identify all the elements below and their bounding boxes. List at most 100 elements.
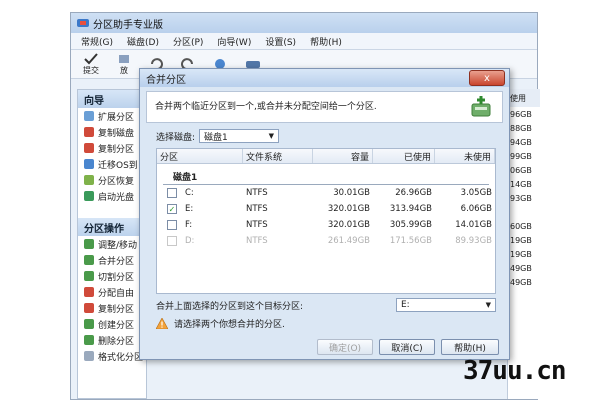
filesystem-cell: NTFS (246, 220, 268, 230)
partition-table: 分区 文件系统 容量 已使用 未使用 磁盘1 C: NTFS 30.01GB 2… (156, 148, 496, 294)
wizard-item-boot-cd[interactable]: 启动光盘 (78, 188, 146, 204)
menu-wizard[interactable]: 向导(W) (217, 35, 251, 48)
used-cell: 313.94GB (389, 204, 432, 214)
boot-cd-icon (84, 191, 94, 201)
app-titlebar: 分区助手专业版 (71, 13, 537, 33)
menu-disk[interactable]: 磁盘(D) (127, 35, 159, 48)
extend-icon (84, 111, 94, 121)
menu-bar: 常规(G) 磁盘(D) 分区(P) 向导(W) 设置(S) 帮助(H) (71, 33, 537, 50)
used-cell: 305.99GB (389, 220, 432, 230)
dialog-buttons: 确定(O) 取消(C) 帮助(H) (317, 339, 499, 355)
wizard-item-migrate-os[interactable]: 迁移OS到 (78, 156, 146, 172)
migrate-icon (84, 159, 94, 169)
ops-item-create[interactable]: 创建分区 (78, 316, 146, 332)
filesystem-cell: NTFS (246, 204, 268, 214)
wizard-item-recovery[interactable]: 分区恢复 (78, 172, 146, 188)
menu-settings[interactable]: 设置(S) (265, 35, 296, 48)
filesystem-cell: NTFS (246, 236, 268, 246)
ops-item-allocate[interactable]: 分配自由 (78, 284, 146, 300)
table-row: D: NTFS 261.49GB 171.56GB 89.93GB (157, 233, 495, 249)
menu-partition[interactable]: 分区(P) (173, 35, 203, 48)
table-row[interactable]: C: NTFS 30.01GB 26.96GB 3.05GB (157, 185, 495, 201)
used-column-header: 使用 (508, 89, 540, 107)
disk-select[interactable]: 磁盘1 ▼ (199, 129, 280, 143)
apply-button[interactable]: 提交 (83, 52, 99, 76)
col-capacity[interactable]: 容量 (313, 149, 373, 163)
free-cell: 3.05GB (460, 188, 492, 198)
wizard-item-extend[interactable]: 扩展分区 (78, 108, 146, 124)
capacity-cell: 30.01GB (333, 188, 370, 198)
row-checkbox[interactable] (167, 220, 177, 230)
ops-item-label: 复制分区 (98, 304, 135, 315)
target-partition-select[interactable]: E: ▼ (396, 298, 496, 312)
used-value (508, 205, 540, 219)
free-cell: 89.93GB (455, 236, 492, 246)
ok-button[interactable]: 确定(O) (317, 339, 373, 355)
allocate-icon (84, 287, 94, 297)
delete-icon (84, 335, 94, 345)
used-column-partial: 使用 96GB 88GB 94GB 99GB 06GB 14GB 93GB 60… (507, 89, 540, 399)
col-used[interactable]: 已使用 (373, 149, 435, 163)
ops-item-label: 格式化分区 (98, 352, 144, 363)
capacity-cell: 320.01GB (327, 220, 370, 230)
col-filesystem[interactable]: 文件系统 (243, 149, 313, 163)
used-value: 88GB (510, 123, 532, 133)
row-checkbox[interactable]: ✓ (167, 204, 177, 214)
wizard-item-label: 复制磁盘 (98, 128, 135, 139)
chevron-down-icon: ▼ (485, 301, 491, 309)
row-checkbox[interactable] (167, 188, 177, 198)
table-row[interactable]: ✓ E: NTFS 320.01GB 313.94GB 6.06GB (157, 201, 495, 217)
checkmark-icon: ✓ (168, 204, 176, 214)
ops-panel-title: 分区操作 (78, 218, 146, 236)
copy-disk-icon (84, 127, 94, 137)
target-label: 合并上面选择的分区到这个目标分区: (156, 301, 304, 312)
ops-item-resize[interactable]: 调整/移动 (78, 236, 146, 252)
ops-item-delete[interactable]: 删除分区 (78, 332, 146, 348)
table-row[interactable]: F: NTFS 320.01GB 305.99GB 14.01GB (157, 217, 495, 233)
wizard-item-copy-partition[interactable]: 复制分区 (78, 140, 146, 156)
ops-item-format[interactable]: 格式化分区 (78, 348, 146, 364)
resize-icon (84, 239, 94, 249)
target-partition-row: 合并上面选择的分区到这个目标分区: E: ▼ (156, 298, 496, 312)
cancel-button[interactable]: 取消(C) (379, 339, 435, 355)
used-value: 19GB (510, 249, 532, 259)
target-select-value: E: (401, 300, 410, 310)
disk-select-value: 磁盘1 (204, 132, 228, 143)
ops-item-merge[interactable]: 合并分区 (78, 252, 146, 268)
close-button[interactable]: x (469, 70, 505, 86)
ops-item-label: 创建分区 (98, 320, 135, 331)
merge-icon-small (84, 255, 94, 265)
ops-item-label: 删除分区 (98, 336, 135, 347)
app-title: 分区助手专业版 (93, 19, 163, 31)
left-panel: 向导 扩展分区 复制磁盘 复制分区 迁移OS到 分区恢复 启动光盘 分区操作 调… (77, 89, 147, 399)
wizard-item-label: 扩展分区 (98, 112, 135, 123)
ops-item-copy[interactable]: 复制分区 (78, 300, 146, 316)
warning-text: 请选择两个你想合并的分区. (174, 320, 285, 330)
filesystem-cell: NTFS (246, 188, 268, 198)
used-value: 99GB (510, 151, 532, 161)
menu-help[interactable]: 帮助(H) (310, 35, 342, 48)
chevron-down-icon: ▼ (268, 132, 275, 140)
col-free[interactable]: 未使用 (435, 149, 495, 163)
merge-partitions-dialog: 合并分区 x 合并两个临近分区到一个,或合并未分配空间给一个分区. 选择磁盘: … (139, 68, 510, 360)
discard-button[interactable]: 放 (117, 53, 131, 76)
ops-item-split[interactable]: 切割分区 (78, 268, 146, 284)
table-header: 分区 文件系统 容量 已使用 未使用 (157, 149, 495, 164)
wizard-item-copy-disk[interactable]: 复制磁盘 (78, 124, 146, 140)
ops-item-label: 合并分区 (98, 256, 135, 267)
partition-letter: C: (185, 188, 194, 198)
merge-partition-icon (471, 96, 491, 117)
description-box: 合并两个临近分区到一个,或合并未分配空间给一个分区. (146, 91, 503, 123)
discard-label: 放 (120, 65, 128, 75)
menu-general[interactable]: 常规(G) (81, 35, 113, 48)
col-partition[interactable]: 分区 (157, 149, 243, 163)
disk-select-row: 选择磁盘: 磁盘1 ▼ (156, 129, 280, 143)
wizard-item-label: 复制分区 (98, 144, 135, 155)
used-value: 96GB (510, 109, 532, 119)
used-cell: 171.56GB (389, 236, 432, 246)
used-value: 49GB (510, 277, 532, 287)
app-logo-icon (77, 19, 89, 27)
ops-item-label: 切割分区 (98, 272, 135, 283)
help-button[interactable]: 帮助(H) (441, 339, 499, 355)
wizard-item-label: 分区恢复 (98, 176, 135, 187)
